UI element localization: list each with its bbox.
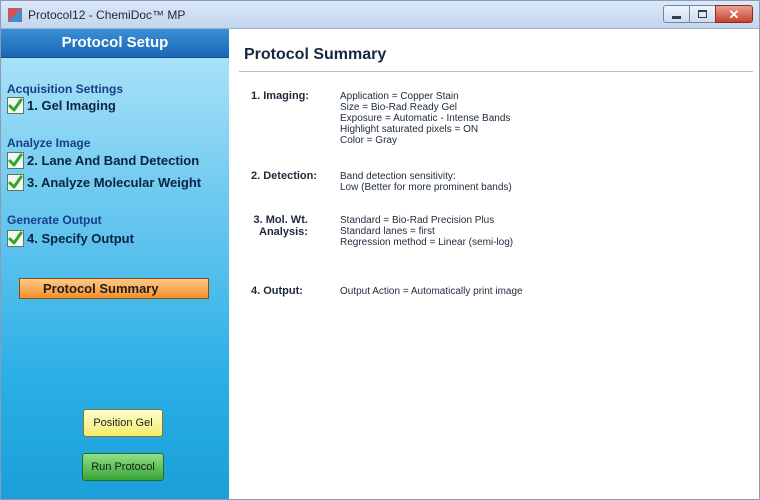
detail-line: Output Action = Automatically print imag… (340, 286, 523, 297)
checkmark-icon[interactable] (7, 173, 24, 191)
close-icon: ✕ (728, 6, 740, 22)
detail-line: Regression method = Linear (semi-log) (340, 237, 514, 248)
close-button[interactable]: ✕ (715, 5, 753, 23)
step-label: 2. Lane And Band Detection (27, 152, 200, 168)
group-generate-output: Generate Output (7, 213, 102, 227)
protocol-summary-panel: Protocol Summary 1. Imaging: Application… (229, 29, 759, 499)
mol-wt-details: Standard = Bio-Rad Precision Plus Standa… (340, 215, 513, 248)
output-details: Output Action = Automatically print imag… (340, 286, 523, 297)
detail-line: Exposure = Automatic - Intense Bands (340, 113, 511, 124)
sidebar-header: Protocol Setup (1, 29, 229, 58)
protocol-summary-tab[interactable]: Protocol Summary (19, 278, 209, 299)
window-controls: ✕ (663, 5, 753, 23)
minimize-icon (672, 15, 681, 19)
detail-line: Application = Copper Stain (340, 91, 459, 102)
detail-line: Highlight saturated pixels = ON (340, 124, 479, 135)
group-acquisition-settings: Acquisition Settings (7, 82, 124, 96)
label-line: 3. Mol. Wt. (253, 214, 308, 226)
detail-line: Color = Gray (340, 135, 397, 146)
page-title: Protocol Summary (244, 46, 387, 63)
imaging-label: 1. Imaging: (251, 90, 310, 102)
step-label: 1. Gel Imaging (27, 97, 116, 113)
step-specify-output[interactable]: 4. Specify Output (7, 228, 134, 248)
checkmark-icon[interactable] (7, 151, 24, 169)
run-protocol-button[interactable]: Run Protocol (82, 453, 164, 481)
checkmark-icon[interactable] (7, 96, 24, 114)
maximize-icon (698, 10, 707, 18)
mol-wt-analysis-label: 3. Mol. Wt. Analysis: (251, 214, 308, 238)
step-lane-band-detection[interactable]: 2. Lane And Band Detection (7, 150, 199, 170)
detection-label: 2. Detection: (251, 170, 318, 182)
output-label: 4. Output: (251, 285, 303, 297)
position-gel-button[interactable]: Position Gel (83, 409, 163, 437)
detection-details: Band detection sensitivity: Low (Better … (340, 171, 512, 193)
checkmark-icon[interactable] (7, 229, 24, 247)
title-bar[interactable]: Protocol12 - ChemiDoc™ MP ✕ (1, 1, 759, 29)
detail-line: Band detection sensitivity: (340, 171, 456, 182)
group-analyze-image: Analyze Image (7, 136, 91, 150)
app-window: Protocol12 - ChemiDoc™ MP ✕ Protocol Set… (0, 0, 760, 500)
step-label: 4. Specify Output (27, 230, 134, 246)
protocol-sidebar: Protocol Setup Acquisition Settings 1. G… (1, 29, 229, 499)
imaging-details: Application = Copper Stain Size = Bio-Ra… (340, 91, 510, 146)
label-line: Analysis: (259, 226, 308, 238)
detail-line: Standard = Bio-Rad Precision Plus (340, 215, 495, 226)
app-icon (8, 8, 22, 22)
maximize-button[interactable] (689, 5, 716, 23)
step-analyze-molecular-weight[interactable]: 3. Analyze Molecular Weight (7, 172, 201, 192)
minimize-button[interactable] (663, 5, 690, 23)
detail-line: Size = Bio-Rad Ready Gel (340, 102, 458, 113)
divider (239, 71, 753, 72)
detail-line: Low (Better for more prominent bands) (340, 182, 512, 193)
detail-line: Standard lanes = first (340, 226, 435, 237)
step-label: 3. Analyze Molecular Weight (27, 174, 202, 190)
step-gel-imaging[interactable]: 1. Gel Imaging (7, 95, 116, 115)
window-title: Protocol12 - ChemiDoc™ MP (28, 8, 186, 22)
